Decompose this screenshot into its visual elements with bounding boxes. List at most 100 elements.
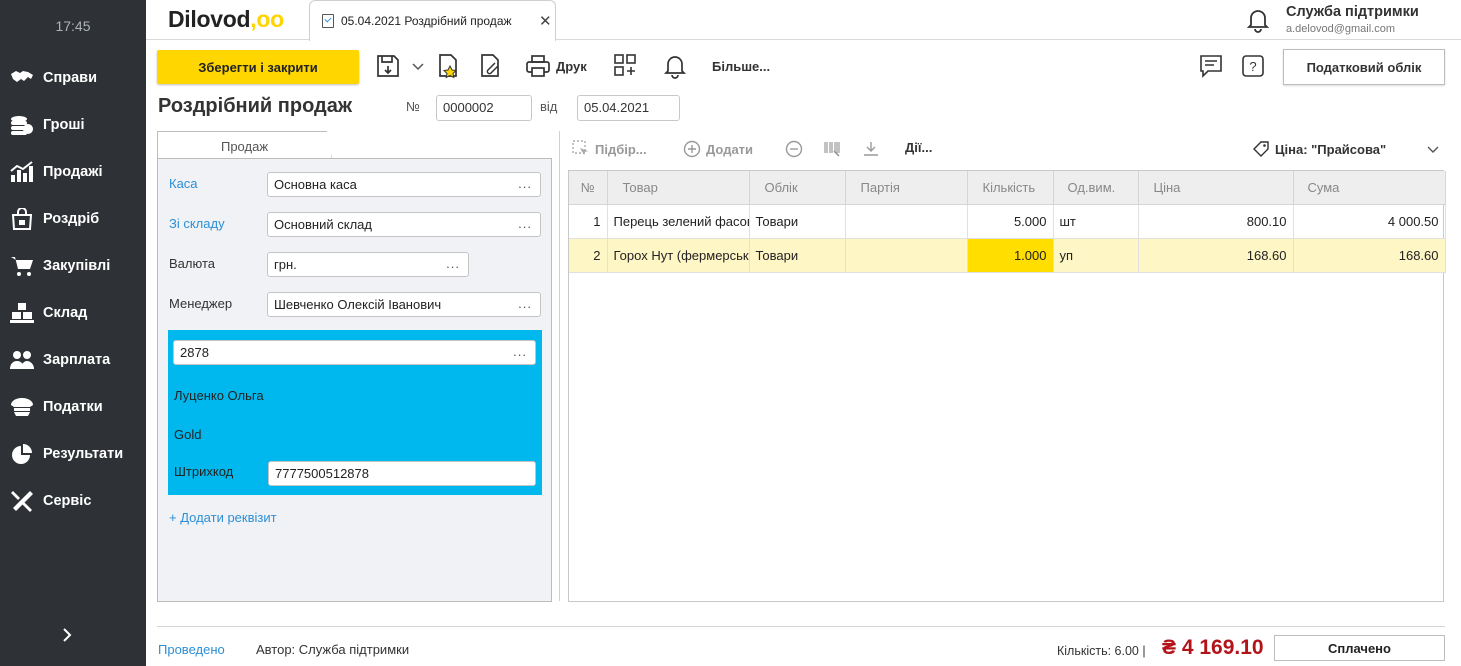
tax-accounting-button[interactable]: Податковий облік [1283,49,1445,85]
cell-product[interactable]: Перець зелений фасований [607,204,750,239]
cell-number: 1 [569,204,608,239]
number-label: № [406,99,420,114]
user-email: a.delovod@gmail.com [1286,23,1395,35]
remove-row-button[interactable] [785,140,808,158]
column-header[interactable]: Партія [845,171,968,205]
column-header[interactable]: № [569,171,608,205]
warehouse-field[interactable]: Основний склад... [267,212,541,237]
sidebar-item-service[interactable]: Сервіс [0,477,146,524]
add-widget-icon[interactable] [613,53,639,79]
logo[interactable]: Dilovod,oo [168,6,284,33]
barcode-icon [824,142,840,157]
shopping-bag-icon [11,207,33,230]
user-name[interactable]: Служба підтримки [1286,4,1431,20]
column-header[interactable]: Сума [1293,171,1446,205]
sidebar-item-taxes[interactable]: Податки [0,383,146,430]
total-amount: ₴ 4 169.10 [1162,636,1264,659]
save-icon[interactable] [375,53,401,79]
sidebar-item-label: Справи [43,69,97,86]
paid-button[interactable]: Сплачено [1274,635,1445,661]
currency-label: Валюта [169,256,215,271]
cell-unit[interactable]: шт [1053,204,1139,239]
sidebar-item-sales[interactable]: Продажі [0,148,146,195]
select-dots[interactable]: ... [518,296,532,311]
column-header[interactable]: Од.вим. [1053,171,1139,205]
barcode-field[interactable]: 7777500512878 [268,461,536,486]
chevron-down-icon[interactable] [1424,140,1447,158]
warehouse-label[interactable]: Зі складу [169,216,225,231]
grid-toolbar: Підбір... Додати Дії... Ціна: "Прайсова" [572,136,1445,162]
document-number-input[interactable]: 0000002 [436,95,532,121]
cell-batch[interactable] [845,204,968,239]
cell-unit[interactable]: уп [1053,238,1139,273]
price-type-selector[interactable]: Ціна: "Прайсова" [1252,140,1386,158]
sidebar-item-salary[interactable]: Зарплата [0,336,146,383]
column-header[interactable]: Кількість [967,171,1054,205]
sidebar-item-label: Роздріб [43,210,100,227]
attach-document-icon[interactable] [477,53,503,79]
sidebar-item-label: Сервіс [43,492,92,509]
sidebar-item-retail[interactable]: Роздріб [0,195,146,242]
cell-price[interactable]: 168.60 [1138,238,1294,273]
sidebar-item-affairs[interactable]: Справи [0,54,146,101]
page-title: Роздрібний продаж [158,95,353,117]
total-quantity: Кількість: 6.00 | [1057,644,1146,658]
select-dots[interactable]: ... [446,256,460,271]
sidebar-item-label: Зарплата [43,351,111,368]
favorite-document-icon[interactable] [435,53,461,79]
sidebar-item-money[interactable]: Гроші [0,101,146,148]
manager-field[interactable]: Шевченко Олексій Іванович... [267,292,541,317]
cell-batch[interactable] [845,238,968,273]
bell-icon[interactable] [1245,7,1271,33]
svg-text:?: ? [1249,59,1256,74]
cell-account[interactable]: Товари [749,238,846,273]
column-header[interactable]: Облік [749,171,846,205]
cell-sum[interactable]: 168.60 [1293,238,1446,273]
cell-sum[interactable]: 4 000.50 [1293,204,1446,239]
reminder-bell-icon[interactable] [662,53,688,79]
actions-button[interactable]: Дії... [905,140,932,155]
table-row[interactable]: 1 Перець зелений фасований Товари 5.000 … [569,204,1446,239]
print-icon[interactable] [525,53,551,79]
more-button[interactable]: Більше... [712,59,770,74]
splitter[interactable] [559,131,560,601]
print-button[interactable]: Друк [556,59,587,74]
sidebar-item-purchases[interactable]: Закупівлі [0,242,146,289]
close-icon[interactable]: ✕ [539,12,552,30]
chevron-down-icon[interactable] [405,53,424,79]
chevron-right-icon[interactable] [60,628,74,642]
save-close-button[interactable]: Зберегти і закрити [157,50,359,84]
column-header[interactable]: Товар [607,171,750,205]
barcode-scan-button[interactable] [823,140,846,158]
barcode-label: Штрихкод [174,464,234,479]
minus-circle-icon [785,140,803,158]
add-row-button[interactable]: Додати [683,140,753,158]
document-check-icon [322,14,334,28]
cell-account[interactable]: Товари [749,204,846,239]
help-icon[interactable]: ? [1240,53,1266,79]
cash-field[interactable]: Основна каса... [267,172,541,197]
import-button[interactable] [862,140,885,158]
sidebar-item-results[interactable]: Результати [0,430,146,477]
document-tab[interactable]: 05.04.2021 Роздрібний продаж ✕ [309,0,556,41]
cell-price[interactable]: 800.10 [1138,204,1294,239]
column-header[interactable]: Ціна [1138,171,1294,205]
tab-sale[interactable]: Продаж [157,131,332,159]
select-dots[interactable]: ... [518,216,532,231]
status-link[interactable]: Проведено [158,642,225,657]
cell-product[interactable]: Горох Нут (фермерський) [607,238,750,273]
sidebar-item-warehouse[interactable]: Склад [0,289,146,336]
table-row[interactable]: 2 Горох Нут (фермерський) Товари 1.000 у… [569,238,1446,273]
document-date-input[interactable]: 05.04.2021 [577,95,680,121]
cell-quantity[interactable]: 5.000 [967,204,1054,239]
select-dots[interactable]: ... [518,176,532,191]
comment-icon[interactable] [1198,53,1224,79]
pick-button[interactable]: Підбір... [572,140,647,158]
select-dots[interactable]: ... [513,344,527,359]
add-attribute-link[interactable]: + Додати реквізит [169,510,277,525]
discount-card-field[interactable]: 2878... [173,340,536,365]
top-bar: Dilovod,oo 05.04.2021 Роздрібний продаж … [146,0,1461,41]
cash-label[interactable]: Каса [169,176,198,191]
cell-quantity[interactable]: 1.000 [967,238,1054,273]
currency-field[interactable]: грн.... [267,252,469,277]
